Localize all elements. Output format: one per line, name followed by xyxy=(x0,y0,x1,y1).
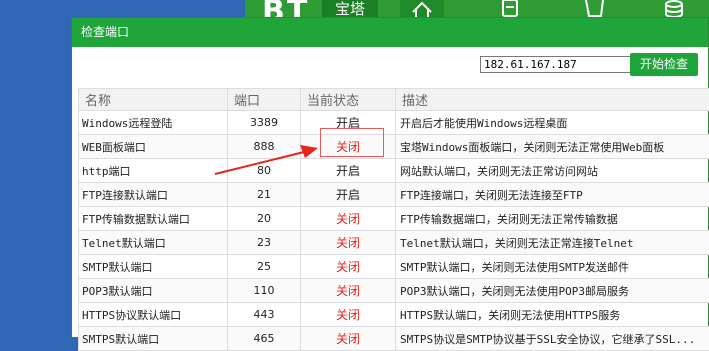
port-name: http端口 xyxy=(79,159,228,183)
port-number: 888 xyxy=(228,135,301,159)
port-status: 开启 xyxy=(301,183,396,207)
port-description: FTP传输数据端口，关闭则无法正常传输数据 xyxy=(396,207,709,231)
port-number: 23 xyxy=(228,231,301,255)
dialog-title: 检查端口 xyxy=(72,18,708,47)
table-row: SMTPS默认端口465关闭SMTPS协议是SMTP协议基于SSL安全协议，它继… xyxy=(79,327,709,351)
table-row: FTP连接默认端口21开启FTP连接端口，关闭则无法连接至FTP xyxy=(79,183,709,207)
table-row: SMTP默认端口25关闭SMTP默认端口，关闭则无法使用SMTP发送邮件 xyxy=(79,255,709,279)
ip-select-value: 182.61.167.187 xyxy=(484,58,577,71)
port-status: 开启 xyxy=(301,111,396,135)
table-row: POP3默认端口110关闭POP3默认端口，关闭则无法使用POP3邮局服务 xyxy=(79,279,709,303)
port-description: SMTP默认端口，关闭则无法使用SMTP发送邮件 xyxy=(396,255,709,279)
dialog-toolbar: 182.61.167.187 开始检查 xyxy=(72,47,708,84)
port-name: FTP连接默认端口 xyxy=(79,183,228,207)
port-number: 21 xyxy=(228,183,301,207)
port-name: POP3默认端口 xyxy=(79,279,228,303)
port-description: SMTPS协议是SMTP协议基于SSL安全协议，它继承了SSL... xyxy=(396,327,709,351)
port-name: SMTP默认端口 xyxy=(79,255,228,279)
header-name: 名称 xyxy=(79,89,228,111)
table-header-row: 名称 端口 当前状态 描述 xyxy=(79,89,709,111)
port-name: FTP传输数据默认端口 xyxy=(79,207,228,231)
port-description: HTTPS默认端口，关闭则无法使用HTTPS服务 xyxy=(396,303,709,327)
start-check-button[interactable]: 开始检查 xyxy=(630,53,698,76)
table-row: Telnet默认端口23关闭Telnet默认端口，关闭则无法正常连接Telnet xyxy=(79,231,709,255)
header-desc: 描述 xyxy=(396,89,709,111)
port-number: 3389 xyxy=(228,111,301,135)
header-port: 端口 xyxy=(228,89,301,111)
port-description: Telnet默认端口，关闭则无法正常连接Telnet xyxy=(396,231,709,255)
check-port-dialog: 检查端口 182.61.167.187 开始检查 名称 端口 当前状态 描述 W… xyxy=(71,17,709,338)
table-row: http端口80开启网站默认端口，关闭则无法正常访问网站 xyxy=(79,159,709,183)
table-row: HTTPS协议默认端口443关闭HTTPS默认端口，关闭则无法使用HTTPS服务 xyxy=(79,303,709,327)
table-row: Windows远程登陆3389开启开启后才能使用Windows远程桌面 xyxy=(79,111,709,135)
port-number: 465 xyxy=(228,327,301,351)
port-number: 110 xyxy=(228,279,301,303)
port-status: 关闭 xyxy=(301,135,396,159)
port-name: HTTPS协议默认端口 xyxy=(79,303,228,327)
port-status: 开启 xyxy=(301,159,396,183)
header-status: 当前状态 xyxy=(301,89,396,111)
port-status: 关闭 xyxy=(301,255,396,279)
port-description: FTP连接端口，关闭则无法连接至FTP xyxy=(396,183,709,207)
port-status: 关闭 xyxy=(301,207,396,231)
port-number: 443 xyxy=(228,303,301,327)
table-row: WEB面板端口888关闭宝塔Windows面板端口，关闭则无法正常使用Web面板 xyxy=(79,135,709,159)
port-number: 20 xyxy=(228,207,301,231)
port-number: 80 xyxy=(228,159,301,183)
port-description: 网站默认端口，关闭则无法正常访问网站 xyxy=(396,159,709,183)
port-name: SMTPS默认端口 xyxy=(79,327,228,351)
port-description: POP3默认端口，关闭则无法使用POP3邮局服务 xyxy=(396,279,709,303)
port-number: 25 xyxy=(228,255,301,279)
port-name: Telnet默认端口 xyxy=(79,231,228,255)
port-description: 宝塔Windows面板端口，关闭则无法正常使用Web面板 xyxy=(396,135,709,159)
port-status: 关闭 xyxy=(301,279,396,303)
port-description: 开启后才能使用Windows远程桌面 xyxy=(396,111,709,135)
port-status: 关闭 xyxy=(301,303,396,327)
port-name: WEB面板端口 xyxy=(79,135,228,159)
table-row: FTP传输数据默认端口20关闭FTP传输数据端口，关闭则无法正常传输数据 xyxy=(79,207,709,231)
port-table: 名称 端口 当前状态 描述 Windows远程登陆3389开启开启后才能使用Wi… xyxy=(78,88,709,351)
port-name: Windows远程登陆 xyxy=(79,111,228,135)
port-status: 关闭 xyxy=(301,327,396,351)
port-status: 关闭 xyxy=(301,231,396,255)
